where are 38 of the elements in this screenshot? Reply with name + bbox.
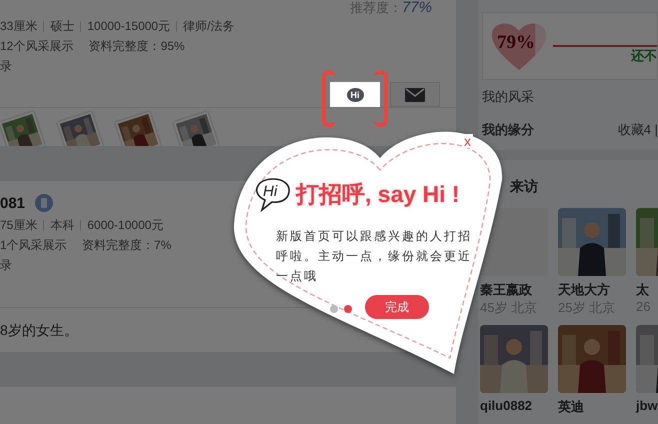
member-name: 081 <box>0 194 26 212</box>
visitor-name[interactable]: 太 <box>636 281 658 299</box>
profile-detail: 本科 <box>50 217 74 234</box>
visitor-name[interactable]: qilu0882 <box>480 398 548 413</box>
say-hi-button[interactable]: Hi <box>330 82 380 107</box>
phone-icon <box>35 194 54 212</box>
sidebar-label: 我的风采 <box>482 88 534 106</box>
profile-completeness: 资料完整度：95% <box>88 38 185 55</box>
visitors-title: 来访 <box>508 178 539 196</box>
visitor-name[interactable]: 英迪 <box>558 398 626 416</box>
bubble-text: Hi <box>263 183 278 200</box>
profile-detail: 10000-15000元 <box>87 18 170 35</box>
profile-text: 录 <box>0 58 12 75</box>
visitor-name[interactable]: 天地大方 <box>558 281 626 299</box>
sidebar-value[interactable]: 收藏4 | <box>618 120 658 138</box>
close-button[interactable]: x <box>462 134 473 148</box>
visitor-name[interactable]: jbw <box>636 398 658 413</box>
profile-detail: 律师/法务 <box>183 18 234 35</box>
popup-title: 打招呼, say Hi ! <box>296 180 460 209</box>
profile-text: 录 <box>0 257 12 274</box>
profile-completeness: 资料完整度：7% <box>82 237 172 254</box>
photos-count: 1个风采展示 <box>0 237 67 254</box>
done-button[interactable]: 完成 <box>365 295 429 319</box>
match-percent: 79% <box>497 32 535 54</box>
photos-count: 12个风采展示 <box>0 38 74 55</box>
profile-detail: 硕士 <box>50 18 74 35</box>
envelope-icon <box>405 88 425 102</box>
message-button[interactable] <box>390 82 440 107</box>
match-note: 还不 <box>631 47 657 65</box>
profile-detail: 33厘米 <box>0 18 38 35</box>
visitor-name[interactable]: 秦王嬴政 <box>480 281 548 299</box>
speech-bubble-icon <box>254 176 292 212</box>
profile-detail: 75厘米 <box>0 217 38 234</box>
popup-message: 新版首页可以跟感兴趣的人打招呼啦。主动一点，缘份就会更近一点哦 <box>276 228 473 285</box>
heart-meter <box>491 22 547 70</box>
sidebar-label: 我的缘分 <box>482 120 534 138</box>
profile-detail: 6000-10000元 <box>87 217 164 234</box>
highlight-frame <box>322 70 388 127</box>
